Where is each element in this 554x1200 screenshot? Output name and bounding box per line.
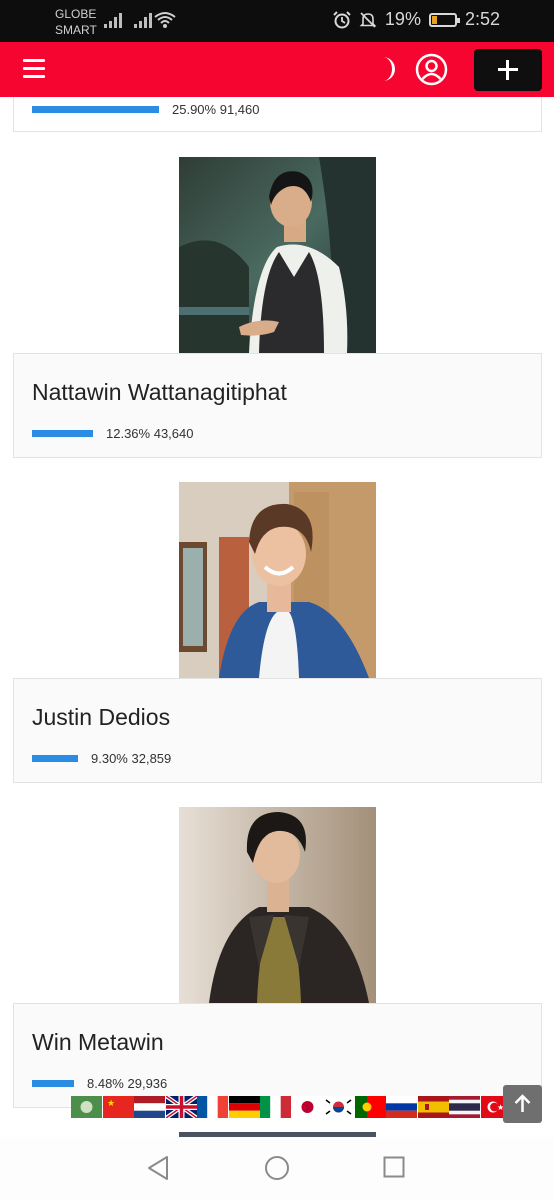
percent: 12.36% (106, 426, 151, 441)
vote-stat: 12.36% 43,640 (32, 426, 193, 441)
triangle-back-icon[interactable] (146, 1155, 170, 1181)
flag-spanish-icon[interactable] (417, 1096, 449, 1118)
percent: 9.30% (91, 751, 128, 766)
candidate-name[interactable]: Win Metawin (32, 1029, 164, 1056)
signal-icon (104, 12, 124, 28)
votes: 32,859 (131, 751, 172, 766)
flag-german-icon[interactable] (228, 1096, 260, 1118)
vote-bar (32, 755, 78, 762)
system-nav-bar (0, 1137, 554, 1200)
language-flags: ★ ★ (71, 1096, 512, 1118)
square-recents-icon[interactable] (383, 1156, 405, 1178)
svg-text:★: ★ (107, 1099, 115, 1109)
flag-chinese-icon[interactable]: ★ (102, 1096, 134, 1118)
candidate-card: 25.90% 91,460 (13, 97, 542, 132)
user-circle-icon[interactable] (415, 53, 448, 86)
status-bar: GLOBE SMART 19% 2:52 (0, 0, 554, 42)
flag-thai-icon[interactable] (449, 1096, 480, 1118)
candidate-photo[interactable] (179, 807, 376, 1003)
screen: GLOBE SMART 19% 2:52 25.90% 91,460 Natta… (0, 0, 554, 1200)
flag-dutch-icon[interactable] (134, 1096, 165, 1118)
vote-bar (32, 1080, 74, 1087)
results-list: 25.90% 91,460 Nattawin Wattanagitiphat 1… (0, 97, 554, 1137)
signal-icon (134, 12, 154, 28)
battery-icon (428, 12, 460, 27)
votes: 29,936 (127, 1076, 168, 1091)
battery-percent: 19% (384, 9, 421, 29)
carrier-line-2: SMART (55, 23, 97, 37)
percent: 8.48% (87, 1076, 124, 1091)
status-right: 19% 2:52 (333, 9, 500, 30)
app-header (0, 42, 554, 97)
flag-portuguese-icon[interactable] (354, 1096, 386, 1118)
carrier-line-1: GLOBE (55, 7, 97, 21)
hamburger-icon[interactable] (23, 59, 45, 79)
carrier-label: GLOBE SMART (55, 6, 97, 38)
vote-bar (32, 106, 159, 113)
vote-stat: 9.30% 32,859 (32, 751, 171, 766)
percent: 25.90% (172, 102, 217, 117)
vote-text: 12.36% 43,640 (106, 426, 193, 441)
scroll-top-button[interactable] (503, 1085, 542, 1123)
candidate-name[interactable]: Nattawin Wattanagitiphat (32, 379, 287, 406)
candidate-card: Nattawin Wattanagitiphat 12.36% 43,640 (13, 353, 542, 458)
wifi-icon (154, 12, 176, 28)
candidate-name[interactable]: Justin Dedios (32, 704, 170, 731)
vote-text: 25.90% 91,460 (172, 102, 259, 117)
flag-arabic-icon[interactable] (71, 1096, 102, 1118)
flag-english-icon[interactable] (165, 1096, 197, 1118)
vote-text: 8.48% 29,936 (87, 1076, 167, 1091)
candidate-card: Justin Dedios 9.30% 32,859 (13, 678, 542, 783)
vote-stat: 8.48% 29,936 (32, 1076, 167, 1091)
vote-stat: 25.90% 91,460 (32, 102, 259, 117)
vote-text: 9.30% 32,859 (91, 751, 171, 766)
flag-korean-icon[interactable] (323, 1096, 354, 1118)
vote-bar (32, 430, 93, 437)
votes: 43,640 (153, 426, 194, 441)
candidate-card: Win Metawin 8.48% 29,936 (13, 1003, 542, 1108)
clock: 2:52 (464, 9, 500, 29)
moon-icon[interactable] (372, 55, 400, 83)
alarm-icon (333, 10, 351, 28)
flag-french-icon[interactable] (197, 1096, 228, 1118)
flag-russian-icon[interactable] (386, 1096, 417, 1118)
add-button[interactable] (474, 49, 542, 91)
arrow-up-icon (514, 1094, 531, 1112)
candidate-photo[interactable] (179, 157, 376, 353)
flag-japanese-icon[interactable] (291, 1096, 323, 1118)
votes: 91,460 (219, 102, 260, 117)
flag-italian-icon[interactable] (260, 1096, 291, 1118)
mute-icon (359, 11, 377, 28)
candidate-photo[interactable] (179, 482, 376, 678)
circle-home-icon[interactable] (264, 1155, 290, 1181)
